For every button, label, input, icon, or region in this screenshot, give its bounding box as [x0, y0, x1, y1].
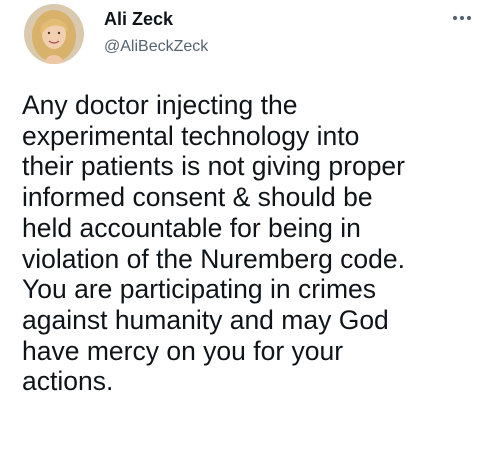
author-display-name[interactable]: Ali Zeck	[104, 8, 173, 30]
tweet-text-line: informed consent & should be	[22, 182, 373, 213]
tweet-text-line: held accountable for being in	[22, 212, 361, 243]
tweet-card: Ali Zeck @AliBeckZeck Any doctor injecti…	[0, 0, 500, 465]
tweet-text-line: actions.	[22, 366, 114, 397]
author-handle[interactable]: @AliBeckZeck	[104, 37, 208, 57]
tweet-text-line: Any doctor injecting the	[22, 90, 298, 120]
avatar-photo-icon	[24, 4, 84, 64]
tweet-text-line: against humanity and may God	[22, 304, 389, 335]
tweet-text: Any doctor injecting the experimental te…	[22, 90, 492, 397]
more-dots-icon	[452, 15, 472, 21]
tweet-text-line: have mercy on you for your	[22, 335, 344, 366]
tweet-text-line: violation of the Nuremberg code.	[22, 243, 405, 274]
tweet-text-line: experimental technology into	[22, 120, 360, 151]
tweet-text-line: their patients is not giving proper	[22, 151, 405, 182]
tweet-text-line: You are participating in crimes	[22, 274, 377, 305]
profile-avatar[interactable]	[24, 4, 84, 64]
more-options-button[interactable]	[448, 8, 476, 28]
